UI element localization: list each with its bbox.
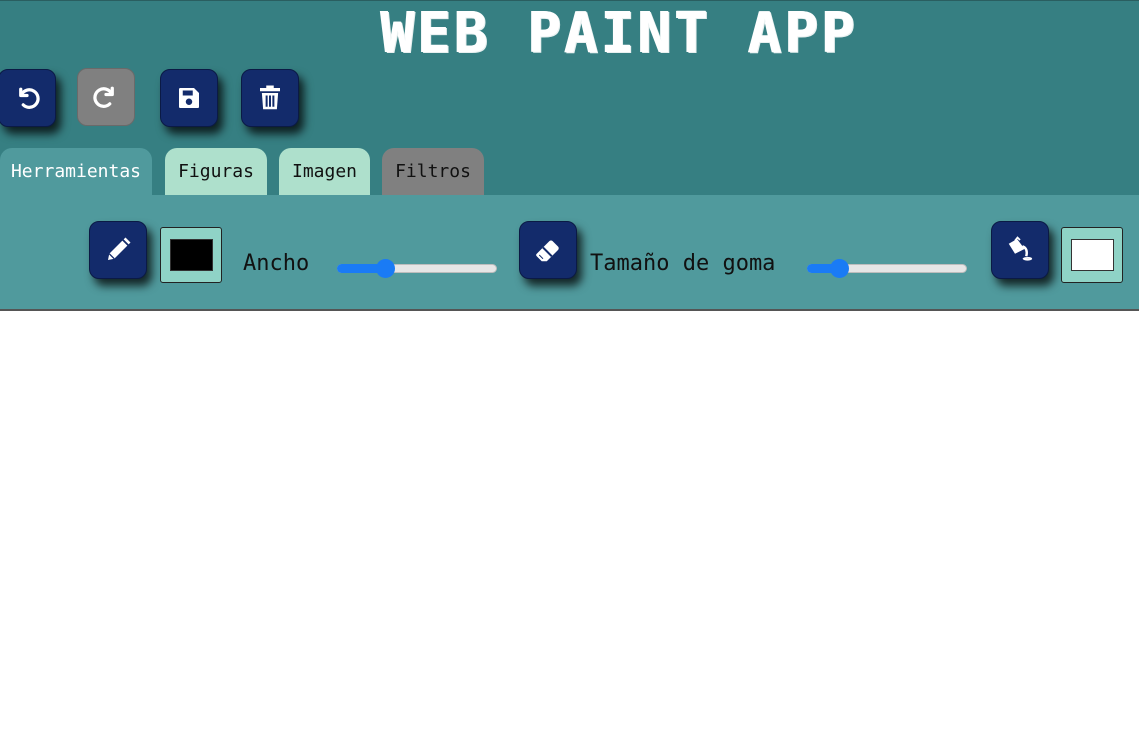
- tab-figuras[interactable]: Figuras: [165, 148, 267, 196]
- paint-bucket-icon: [1008, 236, 1033, 261]
- undo-icon: [19, 87, 40, 109]
- width-label: Ancho: [243, 251, 310, 276]
- redo-button[interactable]: [77, 68, 135, 126]
- pencil-icon: [108, 237, 131, 260]
- eraser-size-label: Tamaño de goma: [590, 251, 776, 276]
- pencil-color-picker[interactable]: [160, 227, 222, 283]
- tab-filtros[interactable]: Filtros: [382, 148, 484, 196]
- eraser-tool-button[interactable]: [519, 221, 577, 279]
- tab-herramientas[interactable]: Herramientas: [0, 148, 152, 196]
- pencil-color-swatch: [170, 239, 213, 271]
- save-button[interactable]: [160, 69, 218, 127]
- fill-tool-button[interactable]: [991, 221, 1049, 279]
- floppy-disk-icon: [179, 88, 199, 108]
- tab-imagen[interactable]: Imagen: [279, 148, 370, 196]
- eraser-size-slider[interactable]: [807, 258, 967, 278]
- eraser-icon: [536, 240, 559, 262]
- fill-color-picker[interactable]: [1061, 227, 1123, 283]
- fill-color-swatch: [1071, 239, 1114, 271]
- app-title: WEB PAINT APP: [380, 1, 859, 66]
- drawing-canvas[interactable]: [0, 311, 1139, 753]
- app-header: WEB PAINT APP Herramientas Figuras Image…: [0, 0, 1139, 196]
- eraser-slider-thumb[interactable]: [830, 259, 849, 278]
- width-slider-thumb[interactable]: [376, 259, 395, 278]
- clear-canvas-button[interactable]: [241, 69, 299, 127]
- tools-panel: Ancho Tamaño de goma: [0, 195, 1139, 309]
- undo-button[interactable]: [0, 69, 56, 127]
- trash-icon: [260, 85, 280, 110]
- width-slider[interactable]: [337, 258, 497, 278]
- redo-icon: [93, 86, 114, 108]
- pencil-tool-button[interactable]: [89, 221, 147, 279]
